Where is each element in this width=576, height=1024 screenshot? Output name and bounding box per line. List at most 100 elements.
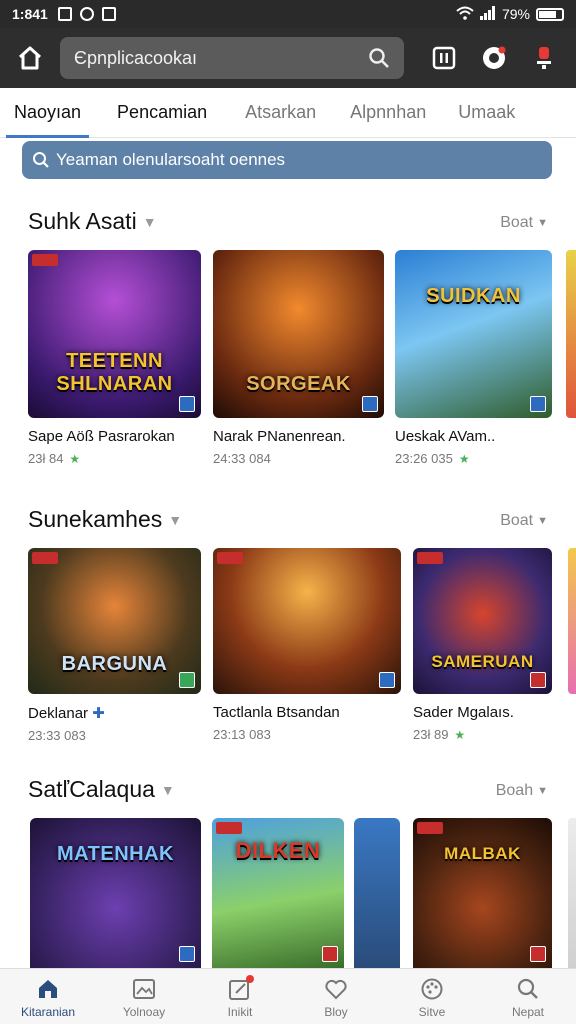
- game-name: Sader Mgalaıs.: [413, 704, 514, 721]
- home-button[interactable]: [10, 38, 50, 78]
- next-card-preview: [566, 250, 576, 418]
- see-more-label: Boat: [500, 512, 534, 529]
- game-name: Sape Aöß Pasrarokan: [28, 428, 175, 445]
- game-stats: 23ł 84: [28, 451, 64, 466]
- platform-badge-icon: [530, 396, 546, 412]
- cover-title: SORGEAK: [246, 373, 351, 395]
- tabs-button[interactable]: [428, 42, 460, 74]
- wifi-icon: [456, 6, 474, 23]
- notification-icon: [101, 7, 116, 21]
- game-name-text: Deklanar: [28, 705, 89, 722]
- search-icon[interactable]: [368, 47, 390, 69]
- game-card[interactable]: SORGEAK Narak PNanenrean. 24:33 084: [213, 250, 384, 466]
- game-cover: BARGUNA: [28, 548, 201, 694]
- home-icon: [34, 975, 62, 1003]
- search-filter-bar[interactable]: Yeaman olenularsoaht oennes: [22, 141, 552, 179]
- nav-favorites[interactable]: Bloy: [288, 969, 384, 1024]
- game-cover: MATENHAK: [30, 818, 201, 968]
- game-meta: 23ł 89 ★: [413, 727, 552, 742]
- tab-0[interactable]: Naoyıan: [0, 88, 95, 138]
- nav-search[interactable]: Nepat: [480, 969, 576, 1024]
- rating-star-icon: ★: [69, 451, 81, 466]
- search-query: Єpnplicacookaı: [74, 47, 198, 68]
- game-card[interactable]: SUIDKAN Ueskak AVam.. 23:26 035 ★: [395, 250, 552, 466]
- nav-themes[interactable]: Sitve: [384, 969, 480, 1024]
- game-stats: 24:33 084: [213, 451, 271, 466]
- game-cover: SUIDKAN: [395, 250, 552, 418]
- game-cover: MALBAK: [413, 818, 552, 968]
- game-stats: 23:33 083: [28, 728, 86, 743]
- category-tabs: Naoyıan Pencamian Atsarkan Alpnnhan Umaa…: [0, 88, 576, 138]
- heart-icon: [322, 975, 350, 1003]
- game-card[interactable]: Tactlanla Btsandan 23:13 083: [213, 548, 401, 742]
- nav-label: Sitve: [418, 1004, 446, 1019]
- rating-star-icon: ★: [458, 451, 470, 466]
- game-cover: SAMERUAN: [413, 548, 552, 694]
- nav-gallery[interactable]: Yolnoay: [96, 969, 192, 1024]
- signal-icon: [479, 5, 496, 23]
- store-badge: [216, 822, 242, 834]
- tab-1[interactable]: Pencamian: [103, 88, 221, 138]
- next-card-preview: [568, 548, 576, 694]
- chevron-down-icon: ▼: [168, 511, 183, 528]
- battery-percent: 79%: [501, 6, 530, 22]
- section-title-text: Sunekamhes: [28, 506, 163, 532]
- section-title[interactable]: Suhk Asati ▼: [28, 208, 157, 235]
- home-icon: [18, 46, 42, 70]
- game-card[interactable]: BARGUNA Deklanar ✚ 23:33 083: [28, 548, 201, 743]
- game-stats: 23:26 035: [395, 451, 453, 466]
- notification-dot: [246, 974, 254, 983]
- cover-title: BARGUNA: [61, 653, 168, 675]
- game-meta: 24:33 084: [213, 451, 384, 466]
- game-card[interactable]: MALBAK: [413, 818, 552, 968]
- game-cover: TEETENN SHLNARAN: [28, 250, 201, 418]
- game-meta: 23:26 035 ★: [395, 451, 552, 466]
- bottom-navigation: Kitaranian Yolnoay Inikit Bloy Sitve Nep…: [0, 968, 576, 1024]
- nav-edit[interactable]: Inikit: [192, 969, 288, 1024]
- tab-2[interactable]: Atsarkan: [231, 88, 330, 138]
- game-name: Deklanar ✚: [28, 704, 201, 722]
- section-title[interactable]: Sunekamhes ▼: [28, 506, 182, 533]
- cover-title: DILKEN: [235, 838, 321, 863]
- store-badge: [32, 552, 58, 564]
- top-bar: Єpnplicacookaı: [0, 28, 576, 88]
- see-more-label: Boat: [500, 214, 534, 231]
- palette-icon: [418, 975, 446, 1003]
- image-icon: [130, 975, 158, 1003]
- nav-label: Bloy: [324, 1004, 348, 1019]
- store-badge: [217, 552, 243, 564]
- see-more-button[interactable]: Boat ▼: [500, 214, 548, 232]
- tab-3[interactable]: Alpnnhan: [336, 88, 440, 138]
- rating-star-icon: ★: [454, 727, 466, 742]
- section-title[interactable]: SatľCalaqua ▼: [28, 776, 175, 803]
- cover-title: SUIDKAN: [426, 285, 521, 307]
- battery-icon: [536, 7, 564, 21]
- game-name: Ueskak AVam..: [395, 428, 496, 445]
- status-bar: 1:841 79%: [0, 0, 576, 28]
- see-more-button[interactable]: Boat ▼: [500, 512, 548, 530]
- section-title-text: SatľCalaqua: [28, 776, 155, 802]
- game-cover: [213, 548, 401, 694]
- chevron-down-icon: ▼: [537, 515, 548, 527]
- edit-icon: [226, 974, 254, 1003]
- record-button[interactable]: [478, 42, 510, 74]
- alert-icon: [537, 47, 551, 69]
- game-cover-partial[interactable]: [354, 818, 400, 968]
- game-card[interactable]: SAMERUAN Sader Mgalaıs. 23ł 89 ★: [413, 548, 552, 742]
- nav-home[interactable]: Kitaranian: [0, 969, 96, 1024]
- game-stats: 23ł 89: [413, 727, 449, 742]
- url-search-field[interactable]: Єpnplicacookaı: [60, 37, 404, 79]
- record-icon: [483, 46, 506, 69]
- cover-title: SAMERUAN: [431, 652, 534, 671]
- game-stats: 23:13 083: [213, 727, 271, 742]
- platform-badge-icon: [530, 946, 546, 962]
- tabs-icon: [432, 46, 456, 70]
- tab-4[interactable]: Umaak: [444, 88, 529, 138]
- chevron-down-icon: ▼: [160, 781, 175, 798]
- alert-button[interactable]: [528, 42, 560, 74]
- game-card[interactable]: MATENHAK: [30, 818, 201, 968]
- see-more-button[interactable]: Boah ▼: [496, 782, 548, 800]
- game-card[interactable]: DILKEN: [212, 818, 344, 968]
- game-card[interactable]: TEETENN SHLNARAN Sape Aöß Pasrarokan 23ł…: [28, 250, 201, 466]
- game-cover: DILKEN: [212, 818, 344, 968]
